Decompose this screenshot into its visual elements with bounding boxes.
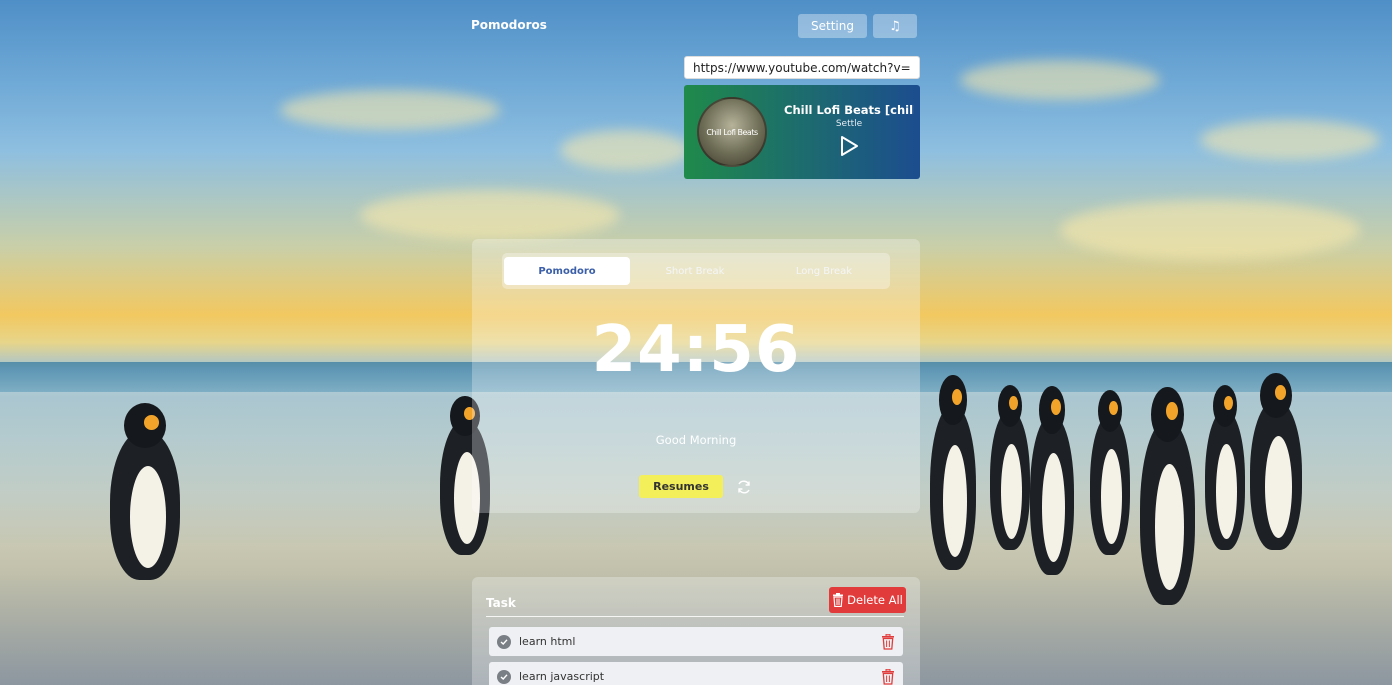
music-player: Chill Lofi Beats Chill Lofi Beats [chill… xyxy=(684,85,920,179)
greeting-text: Good Morning xyxy=(655,433,737,447)
task-item[interactable]: learn html xyxy=(489,627,903,656)
tab-pomodoro[interactable]: Pomodoro xyxy=(504,257,630,285)
resume-button[interactable]: Resumes xyxy=(639,475,723,498)
app-title: Pomodoros xyxy=(471,18,547,32)
setting-button[interactable]: Setting xyxy=(798,14,867,38)
song-artist: Settle xyxy=(835,119,863,129)
tab-short-break[interactable]: Short Break xyxy=(632,257,758,285)
play-icon[interactable] xyxy=(837,134,861,158)
check-icon[interactable] xyxy=(497,669,511,684)
trash-icon[interactable] xyxy=(881,668,895,685)
delete-all-label: Delete All xyxy=(847,593,903,607)
task-divider xyxy=(486,616,904,617)
album-art-text: Chill Lofi Beats xyxy=(706,128,758,137)
refresh-icon[interactable] xyxy=(736,479,752,495)
delete-all-button[interactable]: Delete All xyxy=(829,587,906,613)
timer-mode-tabs: Pomodoro Short Break Long Break xyxy=(502,253,890,289)
task-item[interactable]: learn javascript xyxy=(489,662,903,685)
task-label: learn html xyxy=(519,635,576,648)
trash-icon[interactable] xyxy=(881,633,895,650)
album-art: Chill Lofi Beats xyxy=(697,97,767,167)
task-label: learn javascript xyxy=(519,670,605,683)
music-note-icon: ♫ xyxy=(889,18,901,34)
tab-long-break[interactable]: Long Break xyxy=(761,257,887,285)
timer-display: 24:56 xyxy=(591,313,801,387)
music-toggle-button[interactable]: ♫ xyxy=(873,14,917,38)
song-title: Chill Lofi Beats [chill lo xyxy=(784,103,914,117)
task-card: Task Delete All learn html learn javascr… xyxy=(472,577,920,685)
trash-icon xyxy=(833,593,844,607)
youtube-url-input[interactable] xyxy=(684,56,920,79)
check-icon[interactable] xyxy=(497,634,511,649)
timer-card: Pomodoro Short Break Long Break 24:56 Go… xyxy=(472,239,920,513)
task-heading: Task xyxy=(486,596,516,610)
